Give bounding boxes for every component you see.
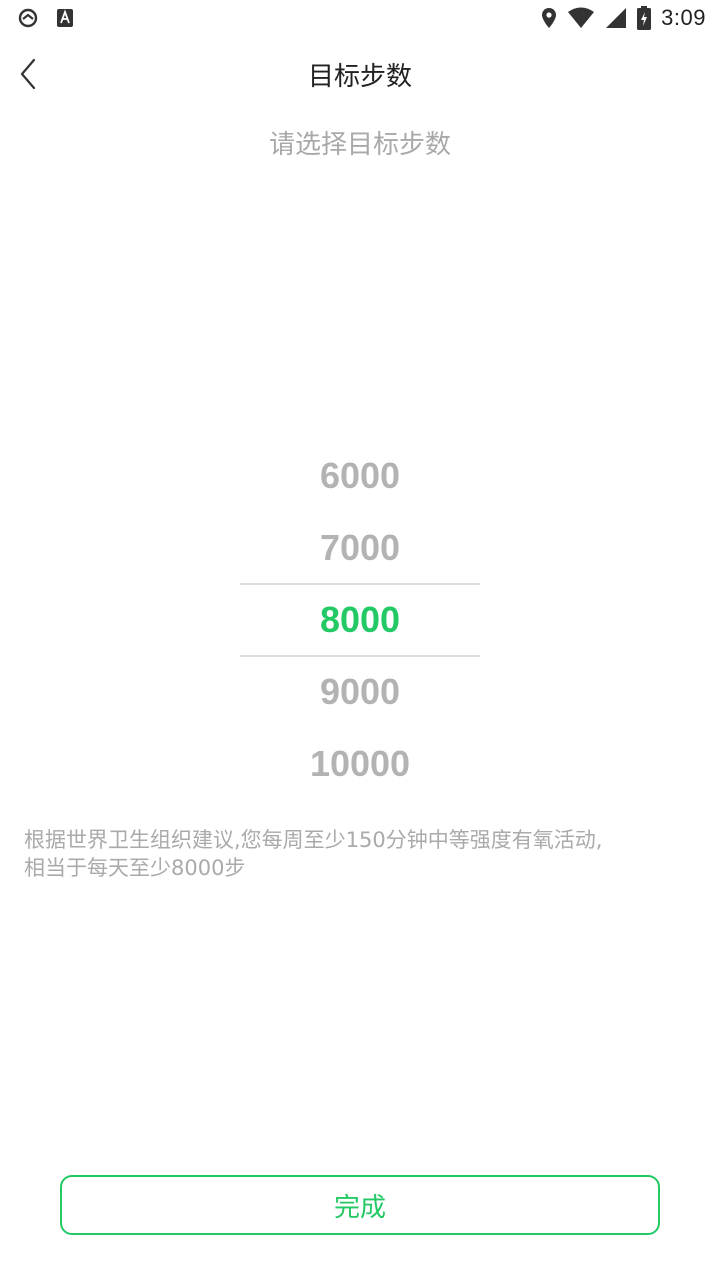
keyboard-a-icon xyxy=(56,8,74,28)
picker-option-7000[interactable]: 7000 xyxy=(240,512,480,584)
picker-option-selected[interactable]: 8000 xyxy=(240,584,480,656)
picker-option-10000[interactable]: 10000 xyxy=(240,728,480,800)
battery-charging-icon xyxy=(637,6,652,30)
step-goal-picker[interactable]: 6000 7000 8000 9000 10000 xyxy=(240,440,480,800)
signal-icon xyxy=(605,7,627,29)
note-line-2: 相当于每天至少8000步 xyxy=(24,856,246,880)
done-button[interactable]: 完成 xyxy=(60,1175,660,1235)
status-bar: 3:09 xyxy=(0,0,720,36)
wifi-icon xyxy=(567,7,595,29)
subtitle: 请选择目标步数 xyxy=(268,130,451,160)
status-time: 3:09 xyxy=(661,5,706,30)
page-title: 目标步数 xyxy=(307,61,412,92)
step-goal-page: 3:09 目标步数 请选择目标步数 6000 7000 8000 9000 10… xyxy=(0,0,720,1280)
back-button[interactable] xyxy=(8,52,48,96)
note-line-1: 根据世界卫生组织建议,您每周至少150分钟中等强度有氧活动, xyxy=(24,828,603,852)
sync-icon xyxy=(18,8,38,28)
status-right: 3:09 xyxy=(541,5,706,31)
status-left xyxy=(18,8,74,28)
location-icon xyxy=(541,7,557,29)
picker-option-9000[interactable]: 9000 xyxy=(240,656,480,728)
header: 目标步数 xyxy=(0,36,720,112)
picker-option-6000[interactable]: 6000 xyxy=(240,440,480,512)
chevron-left-icon xyxy=(18,58,38,90)
recommendation-note: 根据世界卫生组织建议,您每周至少150分钟中等强度有氧活动, 相当于每天至少80… xyxy=(24,826,696,882)
